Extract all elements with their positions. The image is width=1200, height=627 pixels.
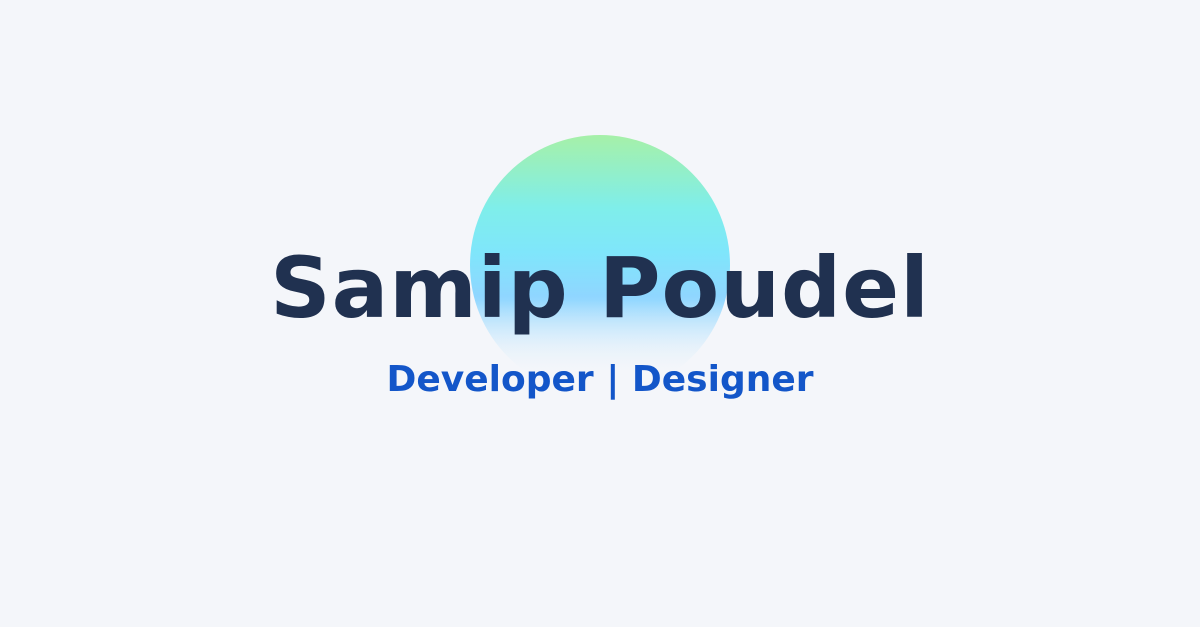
profile-name: Samip Poudel (270, 239, 930, 337)
profile-tagline: Developer | Designer (386, 359, 814, 400)
